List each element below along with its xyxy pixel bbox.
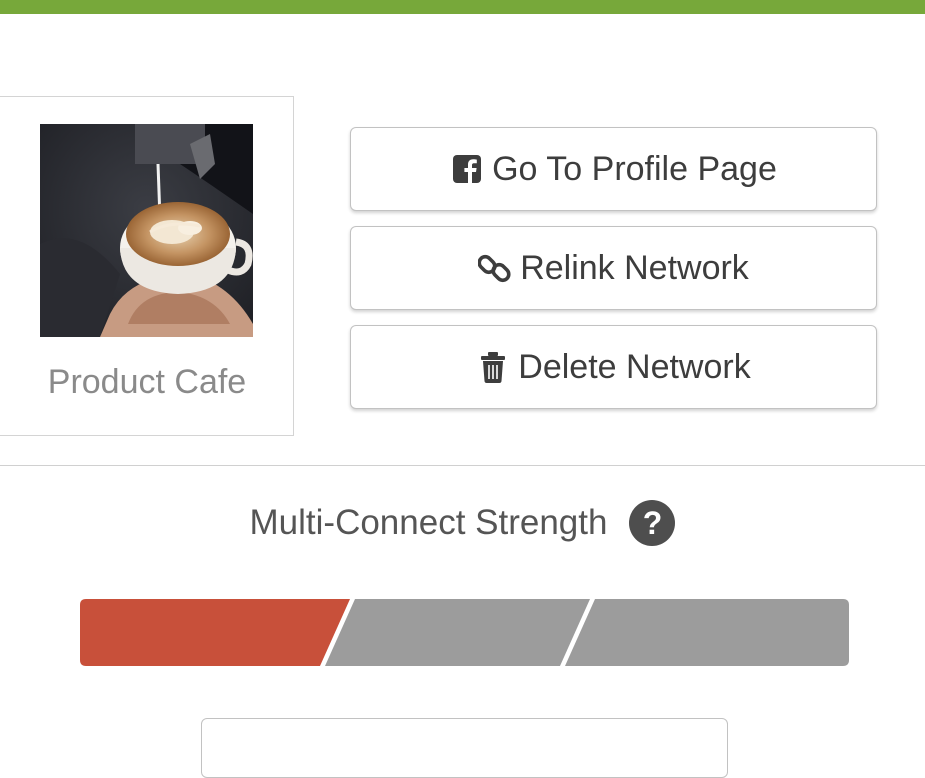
delete-network-button[interactable]: Delete Network [350,325,877,409]
strength-title: Multi-Connect Strength [249,503,608,542]
profile-card: Product Cafe [0,96,294,436]
strength-segment-2 [325,599,590,666]
trash-icon [476,350,510,384]
go-to-profile-button[interactable]: Go To Profile Page [350,127,877,211]
facebook-square-icon [450,152,484,186]
strength-segment-3 [565,599,849,666]
strength-segment-1 [80,599,350,666]
go-to-profile-label: Go To Profile Page [492,149,777,188]
strength-meter [80,599,849,666]
top-accent-bar [0,0,925,14]
relink-network-label: Relink Network [520,248,749,287]
help-icon[interactable]: ? [629,500,676,546]
bottom-action-button[interactable] [201,718,728,778]
profile-avatar [40,124,253,337]
relink-network-button[interactable]: Relink Network [350,226,877,310]
strength-heading: Multi-Connect Strength ? [0,500,925,546]
link-icon [478,251,512,285]
delete-network-label: Delete Network [518,347,751,386]
profile-name: Product Cafe [47,363,247,401]
